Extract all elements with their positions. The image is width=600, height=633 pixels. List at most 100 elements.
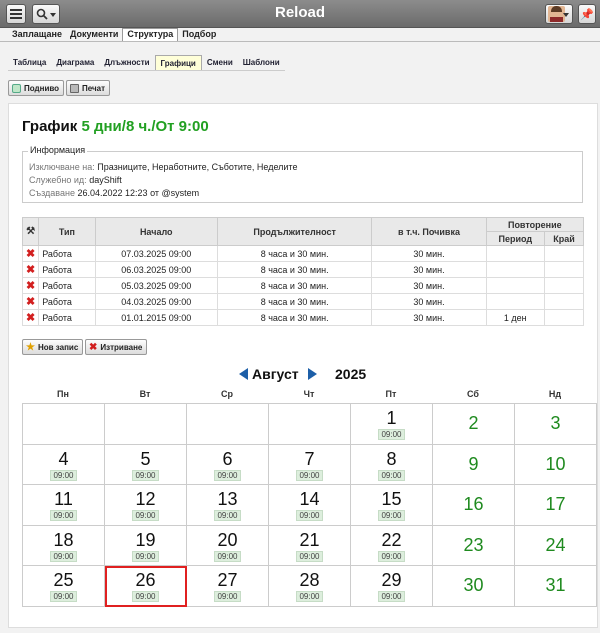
weekday-label: Сб xyxy=(467,389,479,399)
calendar-day[interactable]: 27 09:00 xyxy=(187,566,269,607)
calendar-day[interactable]: 3 xyxy=(515,404,597,445)
calendar-day[interactable]: 22 09:00 xyxy=(351,525,433,567)
main-tabs: Заплащане Документи Структура Подбор xyxy=(8,28,220,42)
user-menu-button[interactable] xyxy=(545,4,573,24)
close-icon: ✖ xyxy=(26,248,36,260)
header-duration: Продължителност xyxy=(216,217,373,246)
calendar-day[interactable]: 12 09:00 xyxy=(105,485,187,526)
tab-documents[interactable]: Документи xyxy=(66,28,122,42)
header-repeat: Повторение xyxy=(485,217,585,232)
calendar-day[interactable]: 6 09:00 xyxy=(187,444,269,486)
subtab-table[interactable]: Таблица xyxy=(8,55,51,70)
calendar-day[interactable]: 20 09:00 xyxy=(187,525,269,567)
calendar-day[interactable]: 8 09:00 xyxy=(351,444,433,486)
cell-type: Работа xyxy=(38,309,96,326)
day-number: 18 xyxy=(53,529,74,550)
up-level-label: Подниво xyxy=(24,83,60,93)
prev-month-icon[interactable] xyxy=(239,368,248,380)
calendar-day[interactable]: 17 xyxy=(515,485,597,526)
day-number: 12 xyxy=(135,489,156,510)
page-title: График 5 дни/8 ч./От 9:00 xyxy=(22,118,209,135)
shift-time-badge: 09:00 xyxy=(50,591,77,603)
day-number: 5 xyxy=(140,448,151,469)
calendar-day[interactable]: 23 xyxy=(433,525,515,567)
day-number: 28 xyxy=(299,570,320,591)
subtab-positions[interactable]: Длъжности xyxy=(99,55,154,70)
weekday-label: Пн xyxy=(57,389,69,399)
cell-period xyxy=(485,261,545,278)
calendar-day[interactable]: 16 xyxy=(433,485,515,526)
delete-row-button[interactable]: ✖ xyxy=(21,309,40,326)
calendar-day[interactable]: 26 09:00 xyxy=(105,566,187,607)
print-button[interactable]: Печат xyxy=(66,80,111,96)
delete-row-button[interactable]: ✖ xyxy=(21,261,40,278)
shift-time-badge: 09:00 xyxy=(50,550,77,562)
day-number: 22 xyxy=(381,529,402,550)
day-number: 25 xyxy=(53,570,74,591)
delete-row-button[interactable]: ✖ xyxy=(21,293,40,310)
shift-time-badge: 09:00 xyxy=(214,550,241,562)
calendar-day[interactable]: 30 xyxy=(433,566,515,607)
cell-start: 04.03.2025 09:00 xyxy=(94,293,218,310)
day-number: 23 xyxy=(463,534,484,555)
cell-period: 1 ден xyxy=(485,309,545,326)
calendar-day[interactable]: 11 09:00 xyxy=(23,485,105,526)
tab-payment[interactable]: Заплащане xyxy=(8,28,66,42)
subtab-templates[interactable]: Шаблони xyxy=(238,55,285,70)
shift-time-badge: 09:00 xyxy=(214,469,241,481)
calendar-day[interactable]: 25 09:00 xyxy=(23,566,105,607)
calendar-day[interactable]: 28 09:00 xyxy=(269,566,351,607)
day-number: 15 xyxy=(381,489,402,510)
up-level-button[interactable]: Подниво xyxy=(8,80,65,96)
cell-period xyxy=(485,277,545,294)
calendar-day[interactable]: 13 09:00 xyxy=(187,485,269,526)
calendar-day[interactable]: 2 xyxy=(433,404,515,445)
delete-row-button[interactable]: ✖ xyxy=(21,277,40,294)
tools-icon: ⚒ xyxy=(26,226,36,237)
calendar-header: Август 2025 xyxy=(9,366,599,384)
calendar-day[interactable]: 19 09:00 xyxy=(105,525,187,567)
calendar-day[interactable]: 18 09:00 xyxy=(23,525,105,567)
delete-row-button[interactable]: ✖ xyxy=(21,245,40,262)
calendar-day[interactable]: 14 09:00 xyxy=(269,485,351,526)
close-icon: ✖ xyxy=(26,296,36,308)
cell-start: 06.03.2025 09:00 xyxy=(94,261,218,278)
tab-recruitment[interactable]: Подбор xyxy=(178,28,220,42)
cell-duration: 8 часа и 30 мин. xyxy=(216,261,373,278)
pin-button[interactable]: 📌 xyxy=(578,4,596,24)
calendar-day[interactable]: 5 09:00 xyxy=(105,444,187,486)
cell-type: Работа xyxy=(38,277,96,294)
cell-end xyxy=(543,293,585,310)
shift-time-badge: 09:00 xyxy=(132,591,159,603)
info-id-value: dayShift xyxy=(89,175,122,185)
next-month-icon[interactable] xyxy=(308,368,317,380)
calendar-day[interactable]: 15 09:00 xyxy=(351,485,433,526)
tools-header: ⚒ xyxy=(21,217,40,246)
calendar-empty-cell xyxy=(105,404,187,445)
tab-structure[interactable]: Структура xyxy=(122,28,179,42)
day-number: 16 xyxy=(463,494,484,515)
day-number: 3 xyxy=(550,413,561,433)
calendar-day[interactable]: 29 09:00 xyxy=(351,566,433,607)
sub-tabs: Таблица Диаграма Длъжности Графици Смени… xyxy=(8,55,285,71)
calendar-day[interactable]: 4 09:00 xyxy=(23,444,105,486)
subtab-shifts[interactable]: Смени xyxy=(202,55,238,70)
subtab-diagram[interactable]: Диаграма xyxy=(51,55,99,70)
cell-start: 01.01.2015 09:00 xyxy=(94,309,218,326)
info-created-value: 26.04.2022 12:23 от @system xyxy=(77,188,200,198)
calendar-day[interactable]: 10 xyxy=(515,444,597,486)
calendar-day[interactable]: 7 09:00 xyxy=(269,444,351,486)
calendar-day[interactable]: 9 xyxy=(433,444,515,486)
cell-break: 30 мин. xyxy=(371,261,487,278)
new-record-button[interactable]: ★ Нов запис xyxy=(22,339,84,355)
title-prefix: График xyxy=(22,118,78,135)
subtab-schedules[interactable]: Графици xyxy=(154,55,202,70)
calendar-day[interactable]: 1 09:00 xyxy=(351,404,433,445)
shift-time-badge: 09:00 xyxy=(296,591,323,603)
calendar-day[interactable]: 24 xyxy=(515,525,597,567)
delete-button[interactable]: ✖ Изтриване xyxy=(85,339,148,355)
day-number: 29 xyxy=(381,570,402,591)
header-type: Тип xyxy=(38,217,96,246)
calendar-day[interactable]: 31 xyxy=(515,566,597,607)
calendar-day[interactable]: 21 09:00 xyxy=(269,525,351,567)
